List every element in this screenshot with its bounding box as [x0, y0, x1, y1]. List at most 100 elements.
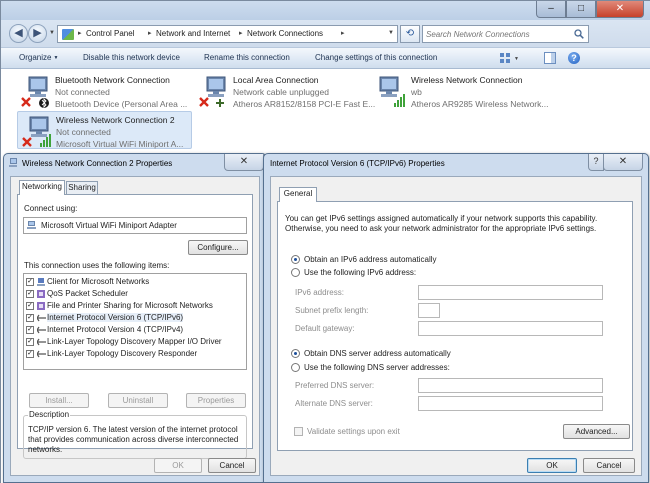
- disable-device-button[interactable]: Disable this network device: [83, 53, 180, 62]
- use-following-dns-label[interactable]: Use the following DNS server addresses:: [304, 363, 450, 372]
- control-panel-icon: [62, 29, 74, 40]
- validate-checkbox[interactable]: [294, 427, 303, 436]
- connection-wireless-2[interactable]: Wireless Network Connection 2 Not connec…: [17, 111, 192, 149]
- use-following-dns-radio[interactable]: [291, 363, 300, 372]
- connection-wireless[interactable]: Wireless Network Connection wb Atheros A…: [373, 72, 548, 110]
- tab-networking[interactable]: Networking: [19, 180, 65, 195]
- breadcrumb-separator[interactable]: ▸: [78, 29, 82, 37]
- views-icon[interactable]: [499, 52, 511, 64]
- breadcrumb-control-panel[interactable]: Control Panel: [86, 29, 134, 38]
- views-dropdown-icon[interactable]: ▼: [514, 56, 519, 62]
- use-following-ip-radio[interactable]: [291, 268, 300, 277]
- item-checkbox[interactable]: ✓: [26, 290, 34, 298]
- refresh-button[interactable]: ⟲: [400, 25, 420, 43]
- search-icon[interactable]: [574, 29, 584, 39]
- item-checkbox[interactable]: ✓: [26, 350, 34, 358]
- rename-connection-button[interactable]: Rename this connection: [204, 53, 290, 62]
- description-line: networks.: [28, 445, 63, 454]
- change-settings-button[interactable]: Change settings of this connection: [315, 53, 437, 62]
- breadcrumb-separator[interactable]: ▸: [239, 29, 243, 37]
- prefix-length-label: Subnet prefix length:: [295, 306, 369, 315]
- network-client-icon: [37, 278, 45, 286]
- recent-pages-dropdown-icon[interactable]: ▼: [49, 30, 55, 36]
- preview-pane-icon[interactable]: [544, 52, 556, 64]
- chevron-down-icon: ▼: [53, 55, 59, 61]
- connection-device: Atheros AR8152/8158 PCI-E Fast E...: [233, 99, 376, 109]
- install-button[interactable]: Install...: [29, 393, 89, 408]
- address-dropdown-icon[interactable]: ▼: [388, 30, 394, 36]
- list-item[interactable]: ✓ Internet Protocol Version 4 (TCP/IPv4): [26, 324, 244, 336]
- tab-general[interactable]: General: [279, 187, 317, 202]
- list-item[interactable]: ✓ Link-Layer Topology Discovery Mapper I…: [26, 336, 244, 348]
- dialog-title: Internet Protocol Version 6 (TCP/IPv6) P…: [270, 159, 445, 168]
- organize-menu[interactable]: Organize ▼: [19, 53, 58, 62]
- address-bar[interactable]: ▸ Control Panel ▸ Network and Internet ▸…: [57, 25, 398, 43]
- preferred-dns-field[interactable]: [418, 378, 603, 393]
- connection-bluetooth[interactable]: Bluetooth Network Connection Not connect…: [17, 72, 192, 110]
- obtain-ip-auto-label[interactable]: Obtain an IPv6 address automatically: [304, 255, 437, 264]
- intro-text: Otherwise, you need to ask your network …: [285, 224, 597, 233]
- items-list[interactable]: ✓ Client for Microsoft Networks ✓ QoS Pa…: [23, 273, 247, 370]
- connection-local-area[interactable]: Local Area Connection Network cable unpl…: [195, 72, 375, 110]
- connection-name: Bluetooth Network Connection: [55, 75, 170, 85]
- description-title: Description: [28, 410, 71, 419]
- network-service-icon: [37, 302, 45, 310]
- network-protocol-icon: [37, 314, 46, 322]
- tab-sharing[interactable]: Sharing: [66, 181, 98, 195]
- ok-button[interactable]: OK: [527, 458, 577, 473]
- search-input[interactable]: [426, 28, 566, 41]
- connection-device: Atheros AR9285 Wireless Network...: [411, 99, 549, 109]
- network-protocol-icon: [37, 350, 46, 358]
- maximize-button[interactable]: □: [566, 1, 596, 18]
- breadcrumb-separator[interactable]: ▸: [341, 29, 345, 37]
- breadcrumb-network-and-internet[interactable]: Network and Internet: [156, 29, 230, 38]
- item-checkbox[interactable]: ✓: [26, 326, 34, 334]
- cancel-button[interactable]: Cancel: [208, 458, 256, 473]
- ok-button[interactable]: OK: [154, 458, 202, 473]
- connection-name: Wireless Network Connection: [411, 75, 523, 85]
- help-button[interactable]: ?: [588, 154, 604, 171]
- forward-button[interactable]: ▶: [28, 24, 47, 43]
- list-item[interactable]: ✓ Client for Microsoft Networks: [26, 276, 244, 288]
- obtain-ip-auto-radio[interactable]: [291, 255, 300, 264]
- minimize-button[interactable]: –: [536, 1, 566, 18]
- list-item[interactable]: ✓ File and Printer Sharing for Microsoft…: [26, 300, 244, 312]
- default-gateway-field[interactable]: [418, 321, 603, 336]
- item-checkbox[interactable]: ✓: [26, 314, 34, 322]
- general-panel: You can get IPv6 settings assigned autom…: [277, 201, 633, 451]
- window-titlebar[interactable]: – □ ✕: [1, 1, 650, 20]
- breadcrumb-network-connections[interactable]: Network Connections: [247, 29, 323, 38]
- item-checkbox[interactable]: ✓: [26, 338, 34, 346]
- connection-status: Not connected: [55, 87, 110, 97]
- search-box[interactable]: [422, 25, 589, 43]
- cancel-button[interactable]: Cancel: [583, 458, 635, 473]
- network-service-icon: [37, 290, 45, 298]
- network-adapter-icon: [9, 158, 17, 167]
- item-checkbox[interactable]: ✓: [26, 278, 34, 286]
- obtain-dns-auto-radio[interactable]: [291, 349, 300, 358]
- close-button[interactable]: ✕: [596, 1, 644, 18]
- configure-button[interactable]: Configure...: [188, 240, 248, 255]
- use-following-ip-label[interactable]: Use the following IPv6 address:: [304, 268, 416, 277]
- back-button[interactable]: ◀: [9, 24, 28, 43]
- list-item[interactable]: ✓ Link-Layer Topology Discovery Responde…: [26, 348, 244, 360]
- item-label: File and Printer Sharing for Microsoft N…: [47, 301, 213, 310]
- connection-device: Bluetooth Device (Personal Area ...: [55, 99, 188, 109]
- properties-button[interactable]: Properties: [186, 393, 246, 408]
- list-item[interactable]: ✓ QoS Packet Scheduler: [26, 288, 244, 300]
- alternate-dns-field[interactable]: [418, 396, 603, 411]
- dialog-body: General You can get IPv6 settings assign…: [270, 176, 642, 476]
- obtain-dns-auto-label[interactable]: Obtain DNS server address automatically: [304, 349, 451, 358]
- breadcrumb-separator[interactable]: ▸: [148, 29, 152, 37]
- prefix-length-field[interactable]: [418, 303, 440, 318]
- item-checkbox[interactable]: ✓: [26, 302, 34, 310]
- advanced-button[interactable]: Advanced...: [563, 424, 630, 439]
- item-label: Internet Protocol Version 6 (TCP/IPv6): [47, 313, 184, 322]
- dialog-body: Networking Sharing Connect using: Micros…: [10, 176, 260, 476]
- list-item[interactable]: ✓ Internet Protocol Version 6 (TCP/IPv6): [26, 312, 244, 324]
- close-button[interactable]: ✕: [224, 154, 264, 171]
- uninstall-button[interactable]: Uninstall: [108, 393, 168, 408]
- close-button[interactable]: ✕: [603, 154, 643, 171]
- help-icon[interactable]: ?: [568, 52, 580, 64]
- ipv6-address-field[interactable]: [418, 285, 603, 300]
